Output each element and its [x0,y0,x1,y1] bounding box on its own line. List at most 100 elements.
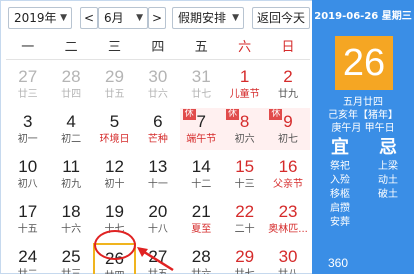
day-number: 12 [105,157,124,176]
lunar-day: 廿六 [180,268,223,274]
day-cell[interactable]: 21 夏至 [180,198,223,240]
today-circle-annotation [94,230,136,260]
day-cell[interactable]: 休 9 初七 [266,108,310,150]
day-cell[interactable]: 15 十三 [223,153,266,195]
day-cell[interactable]: 31 廿七 [180,63,223,105]
day-cell[interactable]: 27 廿三 [6,63,49,105]
day-cell[interactable]: 12 初十 [93,153,136,195]
logo-360: 360 [328,256,349,270]
day-number: 15 [235,157,255,176]
day-cell[interactable]: 25 廿三 [49,243,92,274]
day-number: 27 [18,67,38,86]
month-select[interactable]: 6月 ▼ [98,7,148,29]
day-cell[interactable]: 6 芒种 [136,108,179,150]
day-cell[interactable]: 5 环境日 [93,108,136,150]
prev-month-button[interactable]: < [80,7,98,29]
weekday-header: 一二三四五六日 [6,36,310,60]
lunar-day: 廿四 [61,89,82,100]
day-cell[interactable]: 11 初九 [49,153,92,195]
day-cell[interactable]: 18 十六 [49,198,92,240]
lunar-date: 五月廿四 [343,97,383,108]
day-number: 10 [18,157,38,176]
lunar-day: 廿七 [191,89,212,100]
weekday-header-cell: 日 [281,40,295,55]
lunar-day: 十八 [147,224,168,235]
lunar-day: 初六 [234,134,255,145]
day-number: 28 [191,247,211,266]
day-cell[interactable]: 30 廿六 [136,63,179,105]
day-cell[interactable]: 23 奥林匹... [266,198,309,240]
weekday-header-cell: 三 [107,40,121,55]
weekday-header-cell: 一 [21,40,35,55]
yi-label: 宜 [331,137,349,158]
lunar-day: 廿四 [95,270,134,274]
day-number: 25 [61,247,81,266]
day-number: 20 [148,202,168,221]
day-number: 6 [153,112,163,131]
holiday-select[interactable]: 假期安排 ▼ [172,7,244,29]
day-cell[interactable]: 28 廿四 [49,63,92,105]
lunar-day: 初八 [17,179,38,190]
holiday-select-label: 假期安排 [178,11,227,25]
current-date: 2019-06-26 星期三 [314,11,412,22]
lunar-day: 廿六 [147,89,168,100]
yi-item: 移柩 [330,189,350,200]
calendar-week-row: 27 廿三 28 廿四 29 廿五 30 廿六 31 廿七 1 儿童节 2 廿九 [6,63,310,105]
holiday-rest-badge: 休 [182,109,196,120]
day-number: 5 [109,112,120,131]
lunar-day: 初七 [278,134,299,145]
yi-column: 宜 祭祀 入殓 移柩 启攒 安葬 [320,136,360,230]
day-number: 31 [191,67,211,86]
lunar-day: 环境日 [99,134,130,145]
day-number: 14 [191,157,211,176]
day-cell[interactable]: 17 十五 [6,198,49,240]
day-cell[interactable]: 3 初一 [6,108,49,150]
year-select[interactable]: 2019年 ▼ [8,7,72,29]
year-select-label: 2019年 [14,11,57,25]
day-cell[interactable]: 13 十一 [136,153,179,195]
day-number: 28 [61,67,81,86]
lunar-day: 奥林匹... [268,224,308,235]
day-cell[interactable]: 10 初八 [6,153,49,195]
lunar-day: 廿二 [6,268,49,274]
day-number: 29 [235,247,255,266]
calendar-grid: 一 二 三 四 五 六 日 27 廿三 28 廿四 29 廿五 30 廿六 31 廿七 1 儿童节 2 廿九 3 初一 4 初… [6,36,310,274]
day-cell[interactable]: 22 二十 [223,198,266,240]
day-cell[interactable]: 30 廿八 [266,243,309,274]
today-button[interactable]: 返回今天 [252,7,310,29]
lunar-day: 廿九 [278,89,299,100]
day-cell[interactable]: 2 廿九 [266,63,309,105]
day-cell[interactable]: 16 父亲节 [266,153,309,195]
calendar-weeks: 27 廿三 28 廿四 29 廿五 30 廿六 31 廿七 1 儿童节 2 廿九 3 初一 4 初二 5 环境日 6 芒种… [6,63,310,274]
day-number: 16 [278,157,298,176]
day-number: 1 [239,67,250,86]
day-cell[interactable]: 29 廿五 [93,63,136,105]
yi-item: 入殓 [330,175,350,186]
day-detail-panel: 2019-06-26 星期三 26 五月廿四 己亥年【猪年】 庚午月 甲午日 宜… [312,0,414,274]
yi-item: 安葬 [330,217,350,228]
day-number: 18 [61,202,81,221]
day-number: 17 [18,202,38,221]
day-cell[interactable]: 14 十二 [180,153,223,195]
yi-item: 启攒 [330,203,350,214]
weekday-header-cell: 五 [194,40,208,55]
next-month-button[interactable]: > [148,7,166,29]
lunar-day: 十六 [61,224,82,235]
day-number: 2 [283,67,293,86]
lunar-day: 初一 [17,134,38,145]
lunar-day: 端午节 [186,134,217,145]
day-cell[interactable]: 20 十八 [136,198,179,240]
ji-item: 上梁 [378,161,398,172]
day-cell[interactable]: 休 8 初六 [222,108,267,150]
day-cell[interactable]: 1 儿童节 [223,63,266,105]
day-cell[interactable]: 29 廿七 [223,243,266,274]
lunar-day: 芒种 [147,134,168,145]
day-number: 30 [148,67,168,86]
day-cell[interactable]: 24 廿二 [6,243,49,274]
weekday-header-cell: 二 [64,40,78,55]
day-cell[interactable]: 4 初二 [49,108,92,150]
lunar-day: 父亲节 [273,179,304,190]
lunar-day: 十一 [147,179,168,190]
day-cell[interactable]: 休 7 端午节 [179,108,223,150]
day-cell[interactable]: 28 廿六 [180,243,223,274]
